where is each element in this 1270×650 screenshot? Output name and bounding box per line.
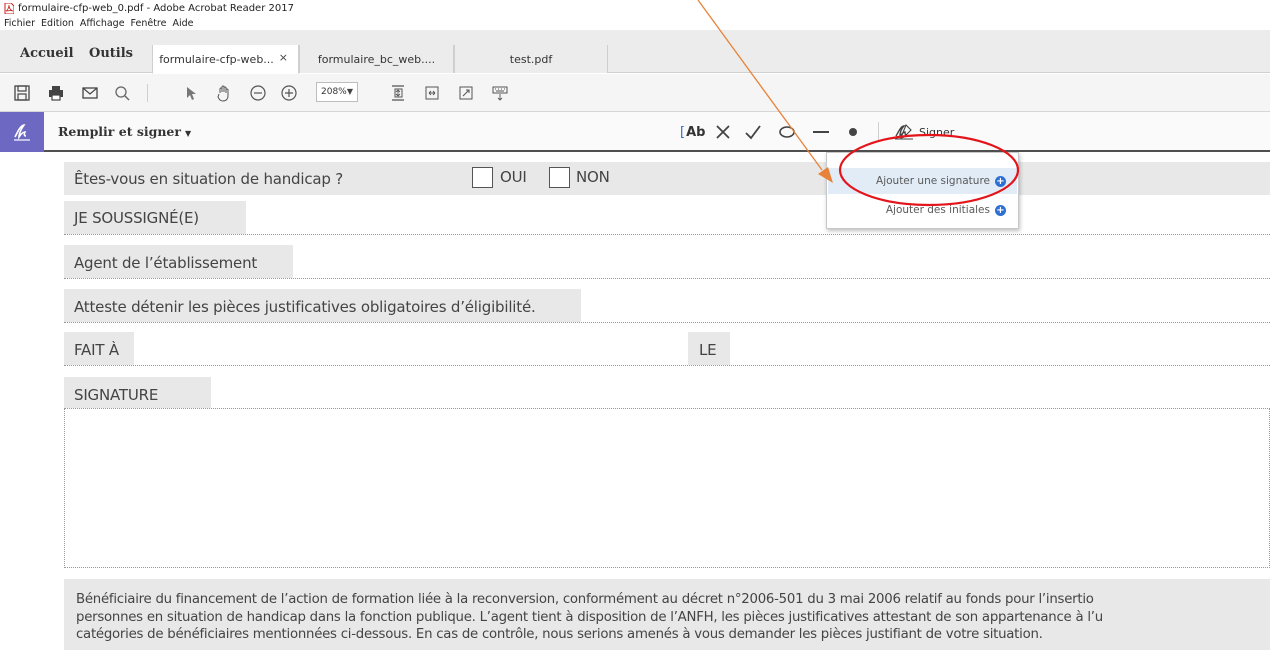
close-icon[interactable]: × — [279, 51, 288, 64]
save-icon[interactable] — [12, 83, 32, 103]
add-signature-item[interactable]: Ajouter une signature + — [828, 168, 1017, 194]
line-tool-icon[interactable] — [812, 122, 830, 142]
keyboard-icon[interactable] — [490, 83, 510, 103]
text-cursor-icon: [ — [680, 124, 686, 140]
paragraph-line: catégories de bénéficiaires mentionnées … — [76, 627, 1043, 642]
tab-label: test.pdf — [509, 52, 553, 66]
agent-label: Agent de l’établissement — [74, 254, 258, 272]
menu-fenetre[interactable]: Fenêtre — [131, 18, 167, 29]
search-icon[interactable] — [112, 83, 132, 103]
made-at-label: FAIT À — [74, 341, 119, 359]
signature-label: SIGNATURE — [74, 386, 159, 404]
sign-label: Signer — [919, 125, 955, 139]
attests-label: Atteste détenir les pièces justificative… — [74, 298, 536, 316]
attests-line — [64, 322, 1270, 323]
fill-sign-icon[interactable] — [0, 112, 44, 152]
add-text-tool[interactable]: [Ab — [680, 122, 705, 142]
tab-label: formulaire_bc_web.... — [317, 52, 436, 66]
add-initials-label: Ajouter des initiales — [885, 204, 990, 216]
menu-affichage[interactable]: Affichage — [80, 18, 125, 29]
title-bar: formulaire-cfp-web_0.pdf - Adobe Acrobat… — [0, 0, 1270, 16]
add-text-label: Ab — [686, 124, 706, 140]
pdf-document: Êtes-vous en situation de handicap ? OUI… — [0, 154, 1270, 650]
plus-circle-icon: + — [995, 175, 1006, 187]
tab-formulaire-bc[interactable]: formulaire_bc_web.... — [299, 45, 454, 73]
select-cursor-icon[interactable] — [180, 83, 200, 103]
yes-checkbox[interactable] — [472, 167, 493, 188]
signature-field[interactable] — [64, 408, 1270, 568]
pdf-app-icon — [4, 2, 15, 14]
nav-outils[interactable]: Outils — [89, 46, 133, 61]
check-mark-icon[interactable] — [744, 122, 762, 142]
tab-label: formulaire-cfp-web... — [159, 52, 274, 66]
sign-button[interactable]: Signer — [893, 122, 954, 142]
agent-field-line[interactable] — [64, 278, 1270, 279]
menu-edition[interactable]: Edition — [41, 18, 74, 29]
sign-dropdown-menu: Ajouter une signature + Ajouter des init… — [826, 152, 1019, 229]
undersigned-label: JE SOUSSIGNÉ(E) — [74, 209, 199, 227]
date-label: LE — [699, 341, 717, 359]
plus-circle-icon: + — [995, 204, 1006, 216]
no-label: NON — [576, 168, 610, 186]
nav-accueil[interactable]: Accueil — [20, 46, 74, 61]
zoom-in-icon[interactable] — [279, 83, 299, 103]
toolbar-divider — [147, 84, 148, 102]
circle-tool-icon[interactable] — [778, 122, 796, 142]
place-date-field-line[interactable] — [64, 365, 1270, 366]
tab-formulaire-cfp[interactable]: formulaire-cfp-web... × — [152, 45, 299, 74]
print-icon[interactable] — [46, 83, 66, 103]
zoom-out-icon[interactable] — [248, 83, 268, 103]
tab-test-pdf[interactable]: test.pdf — [454, 45, 608, 73]
paragraph-line: Bénéficiaire du financement de l’action … — [76, 592, 1094, 607]
menu-bar: Fichier Edition Affichage Fenêtre Aide — [0, 16, 1270, 30]
add-signature-label: Ajouter une signature — [876, 175, 990, 187]
handicap-question: Êtes-vous en situation de handicap ? — [74, 170, 344, 188]
yes-label: OUI — [500, 168, 527, 186]
add-initials-item[interactable]: Ajouter des initiales + — [886, 204, 1006, 216]
full-screen-icon[interactable] — [456, 83, 476, 103]
window-title: formulaire-cfp-web_0.pdf - Adobe Acrobat… — [18, 2, 294, 14]
fit-page-icon[interactable] — [388, 83, 408, 103]
zoom-select[interactable]: 208% ▼ — [316, 82, 358, 102]
fill-sign-label: Remplir et signer — [58, 124, 181, 139]
caret-down-icon: ▼ — [184, 127, 192, 138]
chevron-down-icon: ▼ — [346, 87, 353, 96]
fill-sign-divider — [878, 122, 879, 142]
paragraph-line: personnes en situation de handicap dans … — [76, 609, 1103, 625]
fill-sign-bar: Remplir et signer ▼ [Ab Signer — [0, 112, 1270, 152]
pen-sign-icon — [895, 124, 913, 140]
no-checkbox[interactable] — [549, 167, 570, 188]
acrobat-window: formulaire-cfp-web_0.pdf - Adobe Acrobat… — [0, 0, 1270, 650]
legal-paragraph: Bénéficiaire du financement de l’action … — [64, 579, 1270, 650]
menu-aide[interactable]: Aide — [172, 18, 193, 29]
hand-tool-icon[interactable] — [214, 83, 234, 103]
cross-mark-icon[interactable] — [715, 122, 731, 142]
undersigned-field-line[interactable] — [64, 234, 1270, 235]
fit-width-icon[interactable] — [422, 83, 442, 103]
mail-icon[interactable] — [80, 83, 100, 103]
menu-fichier[interactable]: Fichier — [4, 18, 35, 29]
zoom-value: 208% — [321, 87, 347, 97]
dot-tool-icon[interactable] — [848, 122, 858, 142]
fill-sign-dropdown[interactable]: Remplir et signer ▼ — [58, 124, 191, 139]
